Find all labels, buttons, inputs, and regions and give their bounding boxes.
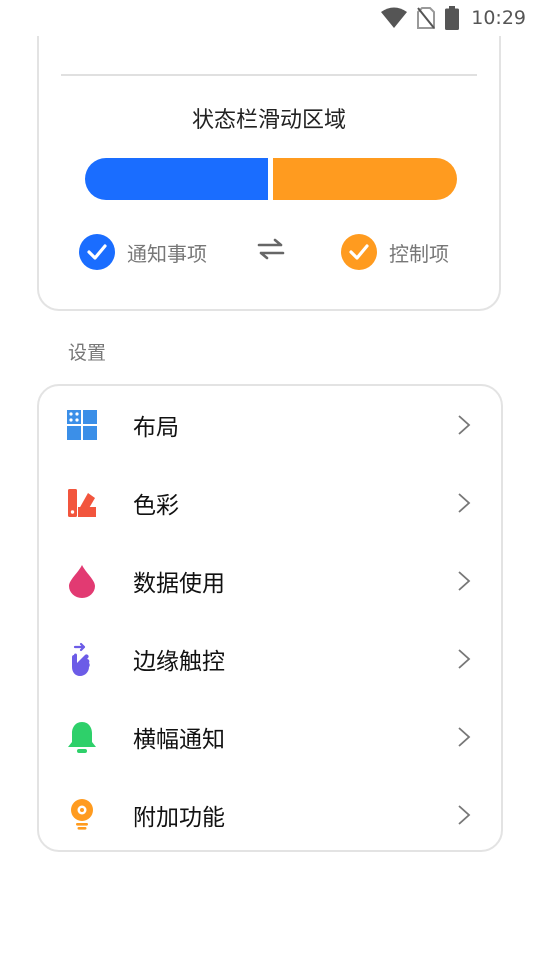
status-bar: 10:29 xyxy=(0,0,540,36)
lightbulb-icon xyxy=(65,798,99,832)
settings-list: 布局 色彩 数据使用 边缘触控 横幅通知 附加功能 xyxy=(37,384,503,852)
setting-item-layout[interactable]: 布局 xyxy=(39,386,501,464)
setting-label: 色彩 xyxy=(133,493,179,519)
setting-item-color[interactable]: 色彩 xyxy=(39,464,501,542)
swap-arrows-icon[interactable] xyxy=(257,238,285,264)
status-zone-title: 状态栏滑动区域 xyxy=(191,108,346,133)
setting-item-data-usage[interactable]: 数据使用 xyxy=(39,542,501,620)
status-time: 10:29 xyxy=(471,7,526,29)
check-icon xyxy=(341,234,377,270)
status-zone-bar[interactable] xyxy=(85,158,457,200)
notification-zone[interactable] xyxy=(85,158,268,200)
legend-control-label: 控制项 xyxy=(389,241,449,266)
chevron-right-icon xyxy=(458,493,471,513)
setting-item-edge-touch[interactable]: 边缘触控 xyxy=(39,620,501,698)
setting-label: 数据使用 xyxy=(133,571,225,597)
data-drop-icon xyxy=(65,564,99,598)
setting-label: 附加功能 xyxy=(133,805,225,831)
settings-section-label: 设置 xyxy=(68,342,107,364)
chevron-right-icon xyxy=(458,727,471,747)
setting-label: 边缘触控 xyxy=(133,649,225,675)
chevron-right-icon xyxy=(458,805,471,825)
legend-control: 控制项 xyxy=(341,234,449,270)
edge-touch-icon xyxy=(65,642,99,676)
no-sim-icon xyxy=(417,7,436,29)
app-screen: 10:29 状态栏滑动区域 通知事项 控制项 设置 布局 色彩 数据使用 边缘触… xyxy=(0,0,540,960)
setting-item-banner-notification[interactable]: 横幅通知 xyxy=(39,698,501,776)
chevron-right-icon xyxy=(458,571,471,591)
setting-label: 布局 xyxy=(133,415,179,441)
setting-label: 横幅通知 xyxy=(133,727,225,753)
chevron-right-icon xyxy=(458,649,471,669)
status-zone-card: 状态栏滑动区域 通知事项 控制项 xyxy=(37,0,501,311)
wifi-icon xyxy=(381,7,408,29)
color-palette-icon xyxy=(65,486,99,520)
check-icon xyxy=(79,234,115,270)
battery-icon xyxy=(445,6,460,30)
control-zone[interactable] xyxy=(273,158,457,200)
setting-item-extra-features[interactable]: 附加功能 xyxy=(39,776,501,854)
legend-notification: 通知事项 xyxy=(79,234,207,270)
zone-legend: 通知事项 控制项 xyxy=(39,234,499,270)
layout-grid-icon xyxy=(65,408,99,442)
legend-notification-label: 通知事项 xyxy=(127,241,207,266)
card-divider xyxy=(61,74,477,76)
bell-icon xyxy=(65,720,99,754)
chevron-right-icon xyxy=(458,415,471,435)
